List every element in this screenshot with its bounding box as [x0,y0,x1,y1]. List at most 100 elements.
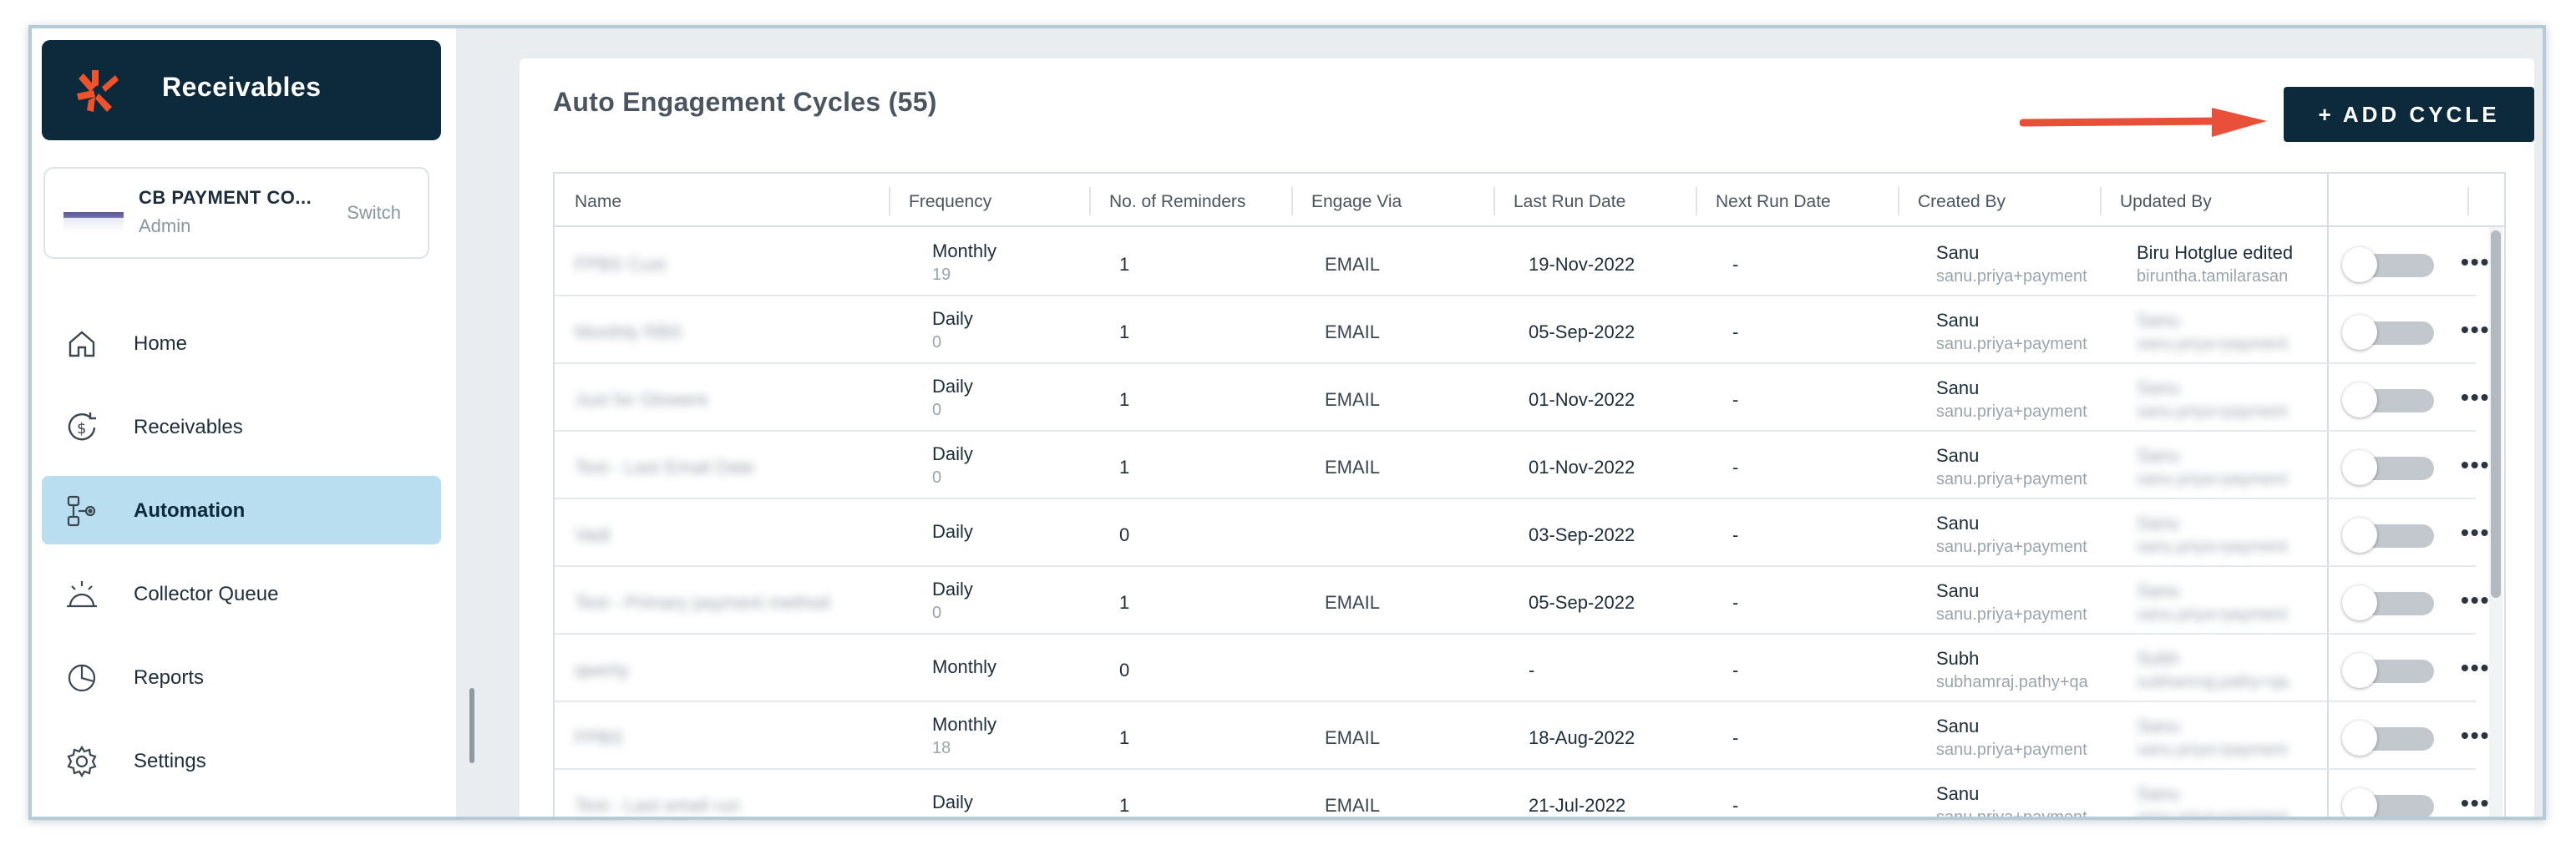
table-scrollbar-thumb[interactable] [2491,230,2501,598]
frequency: Monthly [932,714,997,735]
column-header-frequency[interactable]: Frequency [909,192,991,212]
cycle-name[interactable]: Test - Last email run [575,795,740,817]
column-header-last-run[interactable]: Last Run Date [1514,192,1625,212]
account-role: Admin [139,215,191,236]
brand-header[interactable]: Receivables [42,40,441,140]
column-header-name[interactable]: Name [575,192,621,212]
account-name: CB PAYMENT CO... [139,187,312,208]
column-header-reminders[interactable]: No. of Reminders [1109,192,1245,212]
engage-via: EMAIL [1325,795,1381,816]
gear-icon [67,745,97,778]
switch-account-button[interactable]: Switch [347,202,401,224]
column-header-engage-via[interactable]: Engage Via [1311,192,1402,212]
column-header-created-by[interactable]: Created By [1918,192,2006,212]
created-by-email: sanu.priya+payment [1936,741,2087,759]
toggle-knob [2342,382,2377,417]
table-row[interactable]: Vadi Daily 0 03-Sep-2022 - Sanu sanu.priya+pay… [555,499,2488,567]
table-row[interactable]: Test - Primary payment method Daily 0 1 EMAI… [555,567,2488,635]
cycle-active-toggle[interactable] [2342,382,2434,417]
sidebar-scrollbar[interactable] [469,688,474,763]
cycle-active-toggle[interactable] [2342,247,2434,282]
created-by-email: sanu.priya+payment [1936,402,2087,421]
next-run-date: - [1732,592,1739,613]
last-run-date: 03-Sep-2022 [1529,524,1635,545]
more-options-icon[interactable]: ••• [2461,452,2490,478]
next-run-date: - [1732,660,1739,681]
engage-via: EMAIL [1325,592,1381,613]
table-row[interactable]: Test - Last email run Daily 1 EMAIL 21-Jul-2… [555,770,2488,820]
frequency-day: 0 [932,401,942,419]
cycle-active-toggle[interactable] [2342,721,2434,756]
sidebar-item-settings[interactable]: Settings [42,726,441,795]
table-row[interactable]: FPBS Monthly 18 1 EMAIL 18-Aug-2022 - Sanu sanu.… [555,702,2488,770]
cycle-active-toggle[interactable] [2342,653,2434,688]
cycle-name[interactable]: Test - Primary payment method [575,592,830,614]
cycle-name[interactable]: Monthly RBS [575,321,682,343]
more-options-icon[interactable]: ••• [2461,655,2490,681]
updated-by-email: biruntha.tamilarasan [2137,267,2289,286]
frequency: Daily [932,308,973,329]
updated-by-name: Sanu [2137,580,2180,601]
engage-via: EMAIL [1325,457,1381,478]
updated-by-name: Sanu [2137,513,2180,534]
cycle-active-toggle[interactable] [2342,450,2434,485]
column-divider [1089,187,1091,215]
sidebar-item-receivables[interactable]: $ Receivables [42,392,441,461]
table-row[interactable]: qwerty Monthly 0 - - Subh subhamraj.pathy+qa Su… [555,635,2488,702]
column-header-next-run[interactable]: Next Run Date [1716,192,1831,212]
created-by-name: Sanu [1936,310,1980,331]
created-by-name: Sanu [1936,580,1980,601]
sidebar-item-label: Settings [134,750,206,772]
cycle-name[interactable]: FPBS Cust [575,254,666,276]
column-divider [2467,187,2469,215]
more-options-icon[interactable]: ••• [2461,790,2490,817]
updated-by-name: Sanu [2137,783,2180,804]
table-scrollbar[interactable] [2489,227,2502,817]
cycle-name[interactable]: Test - Last Email Date [575,457,754,478]
toggle-knob [2342,518,2377,553]
cycle-active-toggle[interactable] [2342,315,2434,350]
account-switcher[interactable]: CB PAYMENT CO... Admin Switch [43,167,429,259]
table-row[interactable]: Test - Last Email Date Daily 0 1 EMAIL 01-Nov… [555,432,2488,499]
sidebar-item-home[interactable]: Home [42,309,441,377]
more-options-icon[interactable]: ••• [2461,587,2490,614]
engage-via: EMAIL [1325,727,1381,748]
table-row[interactable]: FPBS Cust Monthly 19 1 EMAIL 19-Nov-2022 - Sanu… [555,229,2488,296]
reminder-count: 1 [1119,795,1130,816]
sidebar-item-automation[interactable]: Automation [42,476,441,544]
table-row[interactable]: Just for Glowere Daily 0 1 EMAIL 01-Nov-2022 -… [555,364,2488,432]
column-header-updated-by[interactable]: Updated By [2120,192,2212,212]
table-row[interactable]: Monthly RBS Daily 0 1 EMAIL 05-Sep-2022 - Sanu s… [555,296,2488,364]
cycle-name[interactable]: qwerty [575,660,629,681]
toggle-knob [2342,315,2377,350]
cycle-active-toggle[interactable] [2342,585,2434,620]
last-run-date: 05-Sep-2022 [1529,592,1635,613]
cycle-active-toggle[interactable] [2342,788,2434,817]
created-by-name: Sanu [1936,716,1980,736]
created-by-name: Sanu [1936,445,1980,466]
pie-chart-icon [68,664,96,692]
frequency: Monthly [932,656,997,677]
more-options-icon[interactable]: ••• [2461,384,2490,411]
cycle-name[interactable]: FPBS [575,727,622,749]
last-run-date: 18-Aug-2022 [1529,727,1635,748]
cycle-name[interactable]: Just for Glowere [575,389,708,411]
updated-by-email: sanu.priya+payment [2137,538,2288,556]
more-options-icon[interactable]: ••• [2461,722,2490,749]
next-run-date: - [1732,254,1739,275]
sidebar-item-reports[interactable]: Reports [42,643,441,711]
sidebar-item-label: Receivables [134,416,243,438]
sidebar-item-label: Home [134,332,188,355]
cycle-active-toggle[interactable] [2342,518,2434,553]
more-options-icon[interactable]: ••• [2461,249,2490,276]
updated-by-name: Biru Hotglue edited [2137,242,2294,263]
reminder-count: 0 [1119,524,1130,545]
cycle-name[interactable]: Vadi [575,524,610,546]
more-options-icon[interactable]: ••• [2461,519,2490,546]
more-options-icon[interactable]: ••• [2461,316,2490,343]
next-run-date: - [1732,457,1739,478]
created-by-email: sanu.priya+payment [1936,808,2087,820]
sidebar-item-label: Automation [134,499,246,522]
add-cycle-button[interactable]: + ADD CYCLE [2284,87,2534,142]
sidebar-item-collector-queue[interactable]: Collector Queue [42,559,441,628]
